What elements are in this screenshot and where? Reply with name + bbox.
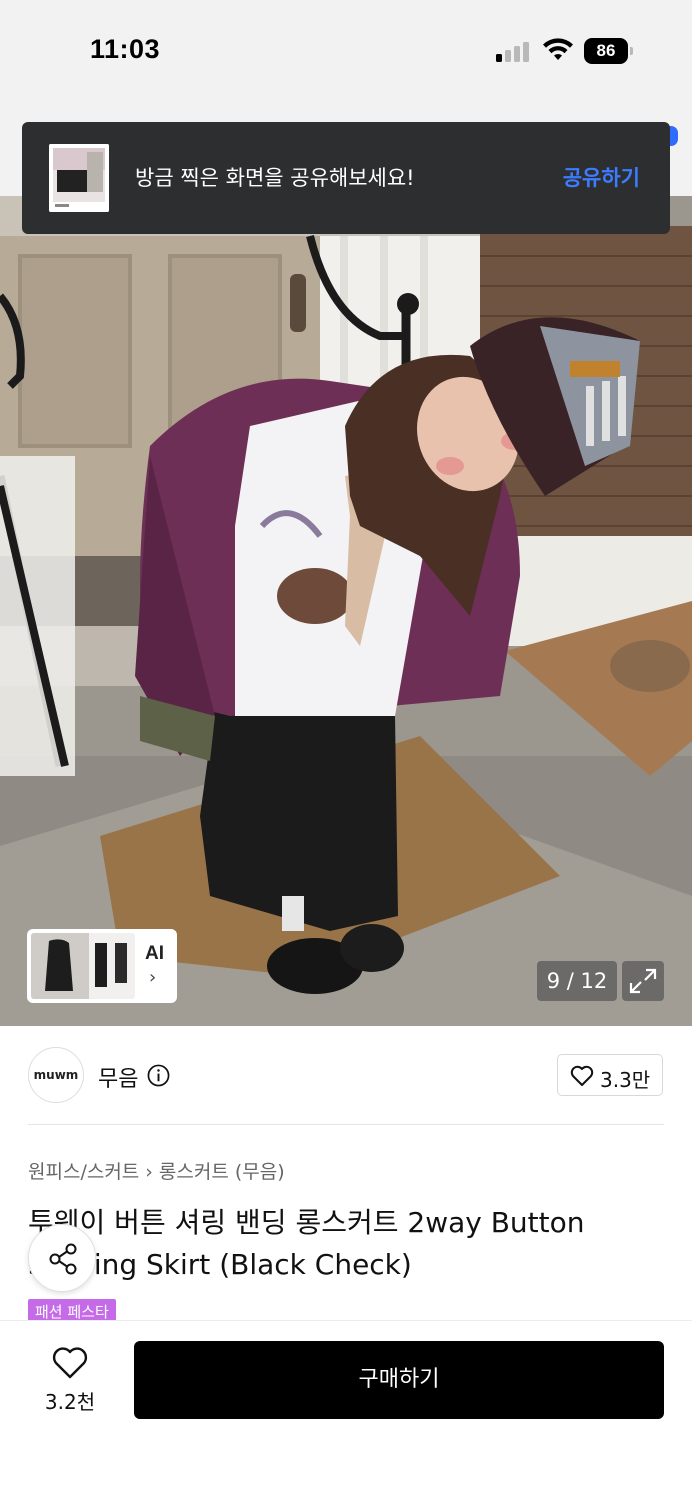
breadcrumb-subcategory[interactable]: 롱스커트 (무음) bbox=[159, 1161, 285, 1183]
chevron-right-icon: › bbox=[149, 967, 157, 988]
buy-button[interactable]: 구매하기 bbox=[134, 1341, 664, 1419]
battery-level: 86 bbox=[584, 38, 628, 64]
favorite-count: 3.2천 bbox=[44, 1390, 96, 1414]
product-title: 투웨이 버튼 셔링 밴딩 롱스커트 2way Button Shirring S… bbox=[28, 1206, 585, 1281]
chevron-right-icon: › bbox=[145, 1161, 153, 1183]
battery-icon: 86 bbox=[584, 38, 634, 64]
status-time: 11:03 bbox=[90, 34, 161, 64]
ai-thumbnails bbox=[31, 933, 135, 999]
brand-like-count: 3.3만 bbox=[600, 1068, 651, 1092]
info-icon[interactable] bbox=[147, 1064, 170, 1087]
ai-styling-chip[interactable]: AI › bbox=[27, 929, 177, 1003]
toast-thumbnail[interactable] bbox=[49, 144, 109, 212]
wifi-icon bbox=[543, 38, 573, 60]
brand-name[interactable]: 무음 bbox=[98, 1061, 138, 1093]
share-toast: 방금 찍은 화면을 공유해보세요! 공유하기 bbox=[22, 122, 670, 234]
toast-share-button[interactable]: 공유하기 bbox=[563, 162, 640, 192]
breadcrumb-category[interactable]: 원피스/스커트 bbox=[28, 1161, 139, 1183]
expand-icon[interactable] bbox=[622, 961, 664, 1001]
toast-message: 방금 찍은 화면을 공유해보세요! bbox=[135, 166, 415, 190]
heart-icon bbox=[570, 1065, 594, 1086]
share-button[interactable] bbox=[28, 1224, 96, 1292]
brand-logo[interactable]: muwm bbox=[28, 1047, 84, 1103]
brand-like-button[interactable]: 3.3만 bbox=[557, 1054, 663, 1096]
heart-icon[interactable] bbox=[52, 1346, 88, 1380]
promo-tag: 패션 페스타 bbox=[28, 1299, 116, 1321]
share-icon bbox=[49, 1243, 77, 1275]
product-photo[interactable] bbox=[0, 196, 692, 1026]
ai-label: AI bbox=[145, 943, 164, 964]
breadcrumb: 원피스/스커트 › 롱스커트 (무음) bbox=[28, 1157, 285, 1184]
divider bbox=[28, 1124, 664, 1125]
signal-icon bbox=[496, 40, 532, 62]
image-counter: 9 / 12 bbox=[537, 961, 617, 1001]
status-bar: 11:03 86 bbox=[0, 0, 692, 100]
